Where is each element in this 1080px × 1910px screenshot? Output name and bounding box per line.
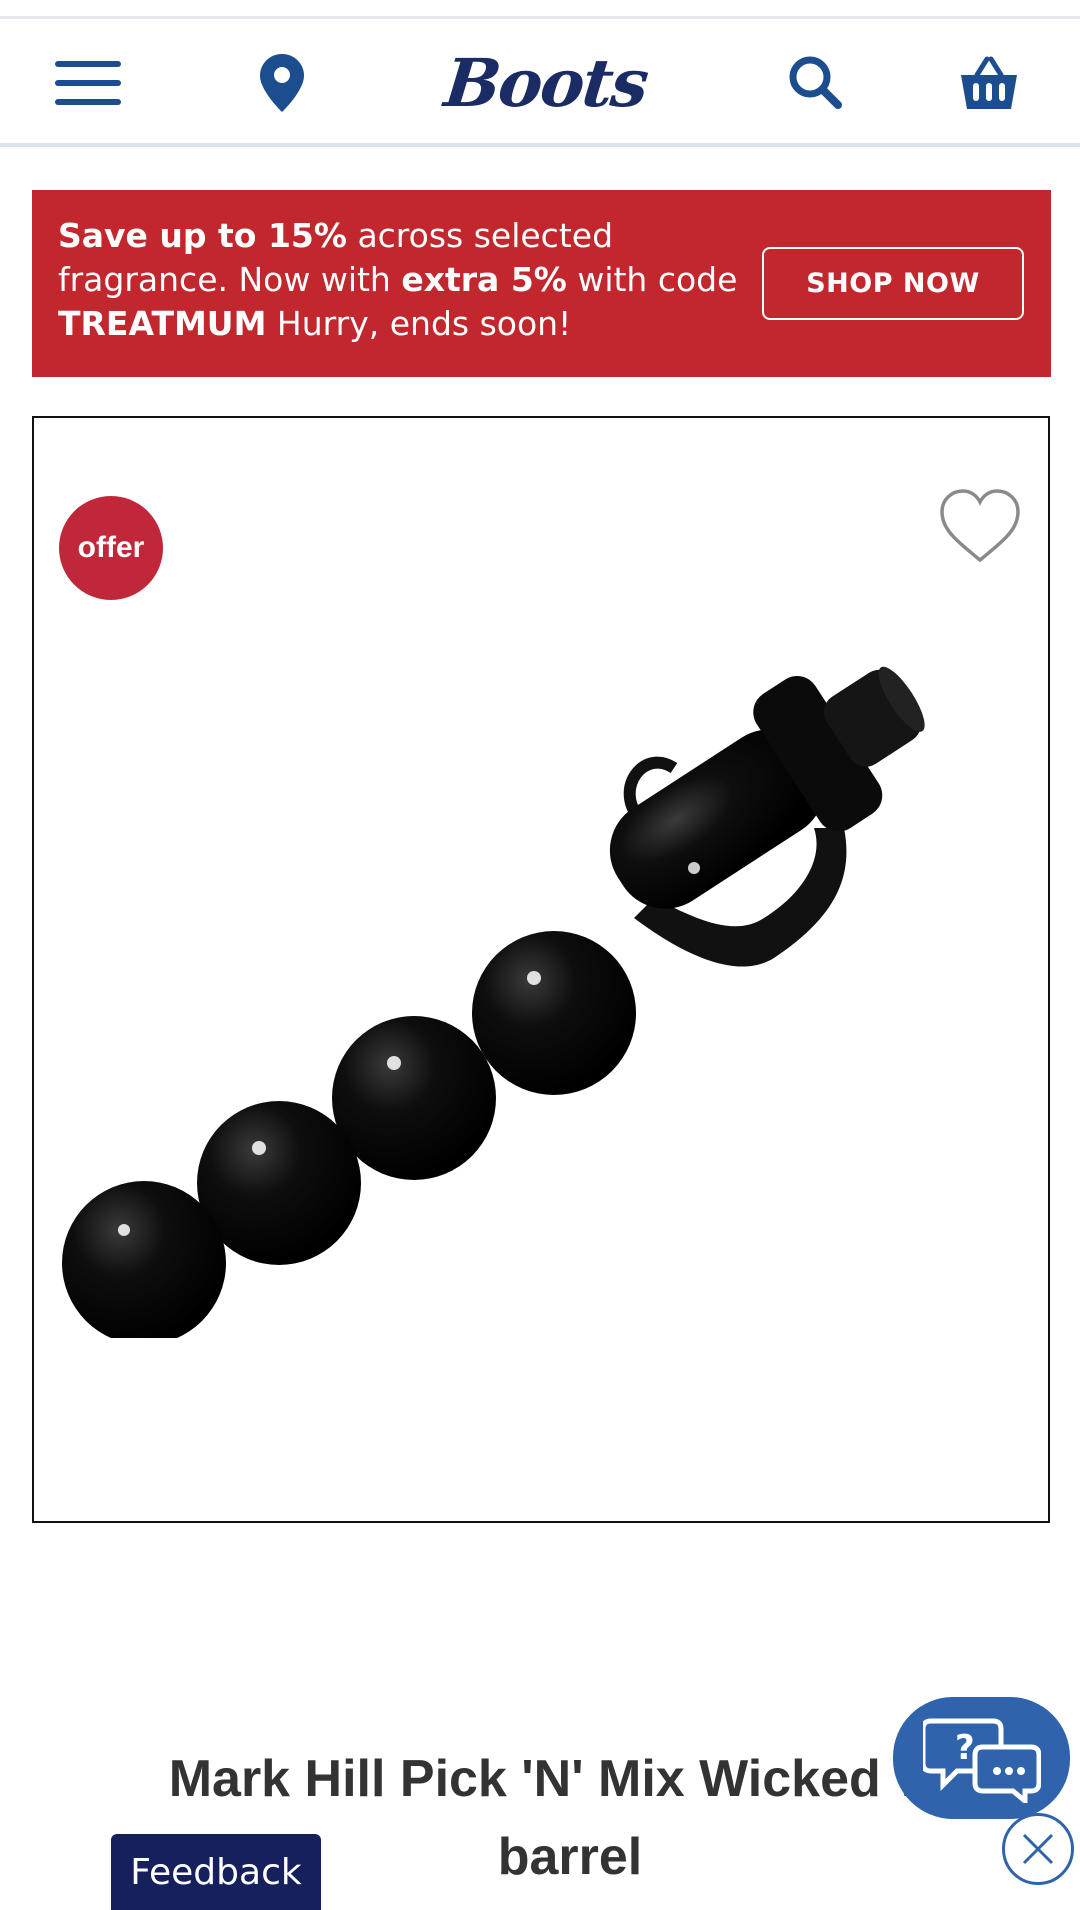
chat-help-button[interactable]: ?: [893, 1697, 1070, 1819]
chat-help-icon: ?: [922, 1718, 1041, 1803]
promo-banner: Save up to 15% across selected fragrance…: [32, 190, 1051, 377]
product-page: Boots Save up to 15% across selected fra…: [0, 0, 1080, 1910]
basket-button[interactable]: [956, 51, 1022, 115]
boots-logo[interactable]: Boots: [441, 37, 651, 129]
promo-highlight-saving: Save up to 15%: [58, 216, 347, 255]
product-image: [62, 666, 925, 1338]
product-image-gallery[interactable]: offer: [32, 416, 1050, 1523]
shop-now-button[interactable]: SHOP NOW: [762, 247, 1024, 320]
promo-highlight-extra: extra 5%: [401, 260, 567, 299]
search-button[interactable]: [784, 51, 846, 113]
close-icon: [1022, 1833, 1054, 1865]
basket-icon: [961, 56, 1017, 109]
logo-text: Boots: [441, 44, 651, 122]
offer-badge: offer: [59, 496, 163, 600]
promo-code: TREATMUM: [58, 304, 267, 343]
hamburger-menu-icon: [55, 61, 121, 105]
promo-text-part: with code: [566, 260, 738, 299]
promo-text-part: Hurry, ends soon!: [266, 304, 572, 343]
favourite-button[interactable]: [938, 486, 1022, 566]
feedback-button[interactable]: Feedback: [111, 1834, 321, 1910]
menu-button[interactable]: [52, 55, 124, 111]
search-icon: [789, 56, 842, 109]
svg-text:?: ?: [955, 1728, 975, 1768]
heart-outline-icon: [940, 489, 1020, 563]
store-locator-button[interactable]: [252, 47, 312, 119]
location-pin-icon: [260, 54, 304, 112]
close-chat-button[interactable]: [1002, 1813, 1074, 1885]
promo-text: Save up to 15% across selected fragrance…: [58, 214, 738, 346]
site-header: Boots: [0, 19, 1080, 147]
